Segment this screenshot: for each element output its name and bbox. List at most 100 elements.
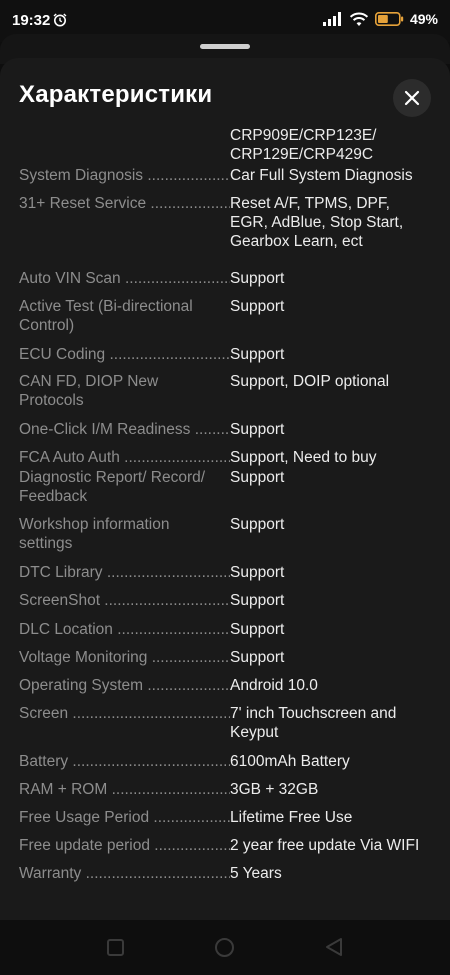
close-icon [404,90,420,106]
spec-value: 7' inch Touchscreen and Keyput [230,704,439,742]
spec-value: Support [230,420,439,439]
recent-apps-icon[interactable] [107,939,124,956]
dot-leader [105,346,230,363]
spec-label-text: Operating System [19,677,144,694]
spec-row: FCA Auto Auth Support, Need to buy [19,448,439,467]
dot-leader [103,564,230,581]
dot-leader [121,270,230,287]
spec-value: Support, DOIP optional [230,372,439,410]
spec-row: Free Usage Period Lifetime Free Use [19,808,439,827]
spec-value: Support, Need to buy [230,448,439,467]
spec-label-text: System Diagnosis [19,167,144,184]
spec-row: ECU Coding Support [19,345,439,364]
dot-leader [107,781,230,798]
spec-label: Auto VIN Scan [19,269,230,288]
value-line: 5 Years [230,865,282,882]
spec-row: DTC Library Support [19,563,439,582]
sheet-title: Характеристики [19,81,213,108]
spec-label: Operating System [19,676,230,695]
spec-row: Workshop information settings Support [19,515,439,553]
spec-row: Free update period 2 year free update Via… [19,836,439,855]
spec-label-text: Free update period [19,837,150,854]
value-line: Lifetime Free Use [230,809,353,826]
value-line: Support [230,516,285,533]
close-button[interactable] [393,79,431,117]
spec-row: Screen 7' inch Touchscreen and Keyput [19,704,439,742]
spec-label-text: Workshop information settings [19,516,170,552]
spec-label: DLC Location [19,620,230,639]
value-line: Gearbox Learn, ect [230,233,363,250]
spec-value-continuation: CRP909E/CRP123E/ CRP129E/CRP429C [230,126,376,164]
spec-label: Active Test (Bi-directional Control) [19,297,230,335]
value-line: Support [230,592,285,609]
spec-label: Voltage Monitoring [19,648,230,667]
spec-row: Battery 6100mAh Battery [19,752,439,771]
spec-value: Support [230,620,439,639]
dot-leader [143,167,230,184]
value-line: CRP909E/CRP123E/ [230,127,377,144]
spec-value: Support [230,345,439,364]
drag-handle[interactable] [200,44,250,49]
alarm-icon [53,13,67,27]
value-line: Support [230,270,285,287]
spec-label: Workshop information settings [19,515,230,553]
spec-row: DLC Location Support [19,620,439,639]
value-line: 7' inch Touchscreen and [230,705,397,722]
spec-label: ECU Coding [19,345,230,364]
dot-leader [68,705,230,722]
value-line: Car Full System Diagnosis [230,167,413,184]
value-line: EGR, AdBlue, Stop Start, [230,214,404,231]
dot-leader [113,621,230,638]
spec-label-text: DTC Library [19,564,103,581]
value-line: Support [230,346,285,363]
home-icon[interactable] [215,938,234,957]
spec-label: Free update period [19,836,230,855]
dot-leader [120,449,230,466]
spec-row: CAN FD, DIOP New Protocols Support, DOIP … [19,372,439,410]
spec-label: RAM + ROM [19,780,230,799]
dot-leader [190,421,230,438]
dot-leader [150,837,230,854]
value-line: Android 10.0 [230,677,318,694]
spec-value: 5 Years [230,864,439,883]
spec-label: Battery [19,752,230,771]
spec-value: Android 10.0 [230,676,439,695]
spec-label: One-Click I/M Readiness [19,420,230,439]
dot-leader [100,592,230,609]
spec-value: Support [230,648,439,667]
battery-percent: 49% [409,11,438,27]
value-line: Support [230,421,285,438]
value-line: Support [230,298,285,315]
spec-value: Lifetime Free Use [230,808,439,827]
spec-row: System Diagnosis Car Full System Diagnosi… [19,166,439,185]
spec-label: 31+ Reset Service [19,194,230,251]
dot-leader [149,809,230,826]
spec-value: Car Full System Diagnosis [230,166,439,185]
value-line: Support [230,469,285,486]
spec-label: Screen [19,704,230,742]
spec-value: 3GB + 32GB [230,780,439,799]
spec-row: 31+ Reset Service Reset A/F, TPMS, DPF, EG… [19,194,439,251]
value-line: Support [230,649,285,666]
spec-value: Support [230,591,439,610]
spec-value: Support [230,515,439,553]
back-icon[interactable] [324,937,344,957]
dot-leader [68,753,230,770]
value-line: 3GB + 32GB [230,781,319,798]
spec-label: FCA Auto Auth [19,448,230,467]
value-line: Keyput [230,724,279,741]
spec-value: Support [230,563,439,582]
spec-label-text: Diagnostic Report/ Record/ Feedback [19,469,206,505]
spec-row: Warranty 5 Years [19,864,439,883]
spec-label: CAN FD, DIOP New Protocols [19,372,230,410]
spec-row: Diagnostic Report/ Record/ Feedback Suppo… [19,468,439,506]
spec-label-text: ECU Coding [19,346,106,363]
dot-leader [146,195,230,212]
value-line: Reset A/F, TPMS, DPF, [230,195,390,212]
status-indicators: 49% [322,11,438,27]
spec-label: ScreenShot [19,591,230,610]
wifi-icon [349,12,369,26]
spec-row: ScreenShot Support [19,591,439,610]
spec-label-text: Voltage Monitoring [19,649,148,666]
system-nav-bar [0,920,450,975]
